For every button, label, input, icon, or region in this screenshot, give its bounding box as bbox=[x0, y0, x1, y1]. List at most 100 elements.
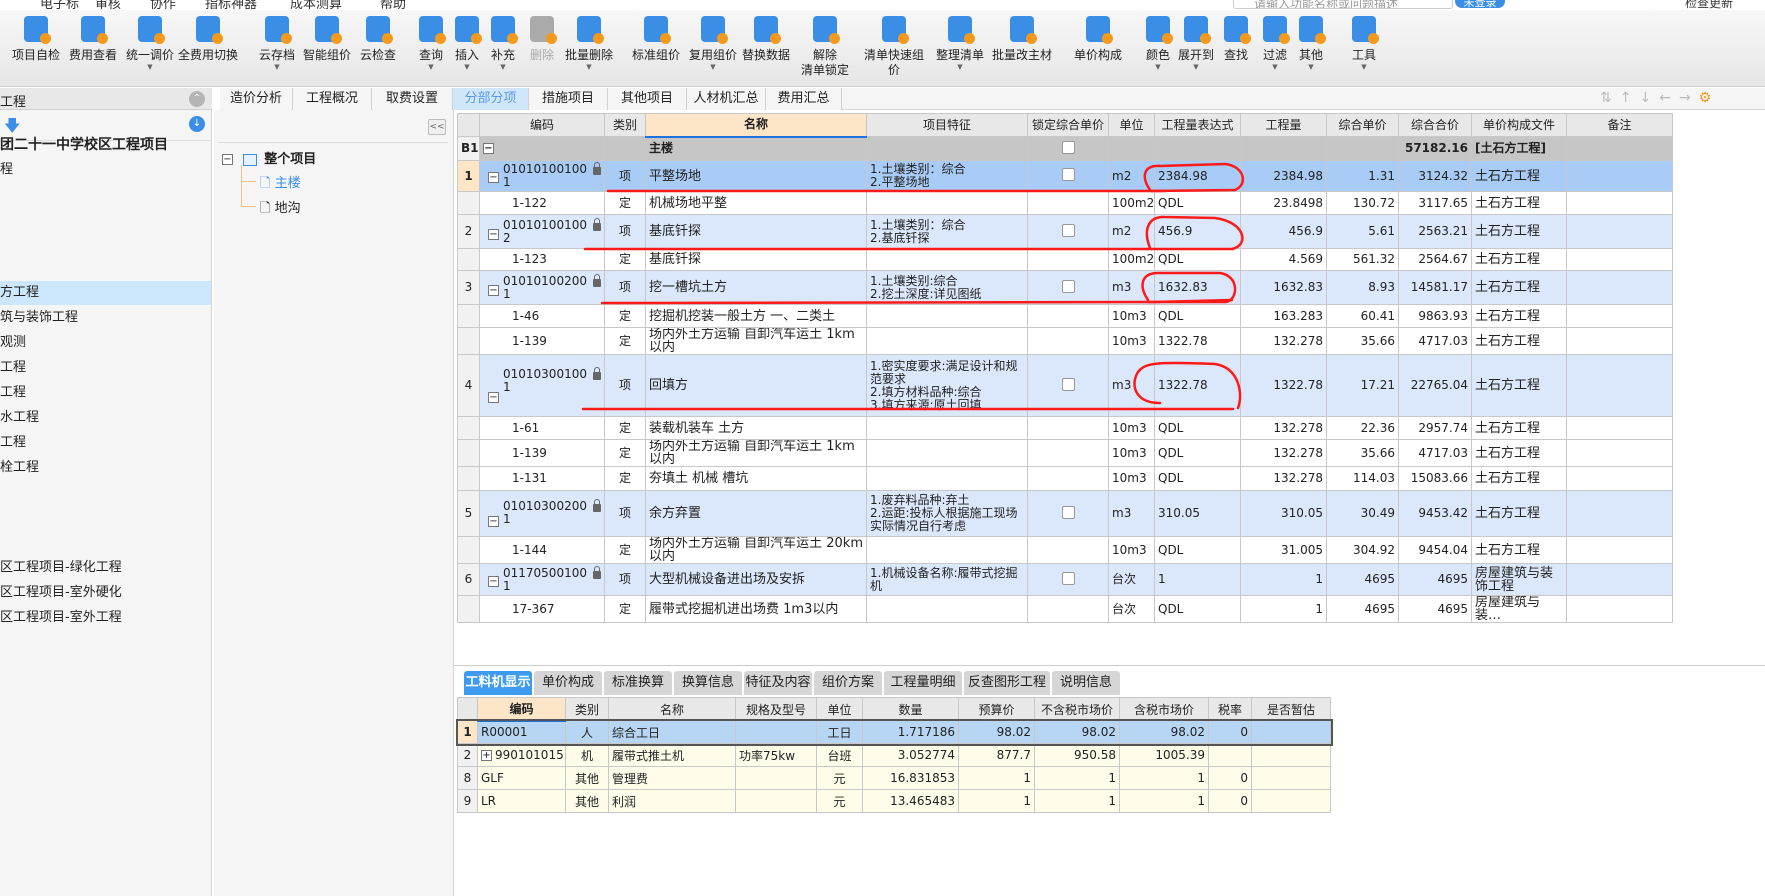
price-file-cell[interactable]: 土石方工程 bbox=[1471, 248, 1567, 271]
table-row[interactable]: 6−01170500100 1 项大型机械设备进出场及安拆 1.机械设备名称:履带式… bbox=[457, 563, 1673, 596]
settings-icon[interactable]: ⚙ bbox=[1699, 90, 1720, 106]
table-row[interactable]: 1-46 定挖掘机挖装一般土方 一、二类土 10m3 QDL 163.283 60.41 9… bbox=[457, 304, 1673, 328]
feature-cell[interactable]: 1.废弃料品种:弃土 2.运距:投标人根据施工现场实际情况自行考虑 bbox=[866, 490, 1028, 537]
table-row[interactable]: 5−01010300200 1 项余方弃置 1.废弃料品种:弃土 2.运距:投标人根… bbox=[457, 490, 1673, 537]
table-row[interactable]: 17-367 定履带式挖掘机进出场费 1m3以内 台次 QDL 1 4695 4695 房屋建… bbox=[457, 595, 1673, 623]
price-file-cell[interactable]: 土石方工程 bbox=[1471, 327, 1567, 355]
collapse-left-button[interactable]: << bbox=[428, 119, 446, 135]
collapse-toggle-icon[interactable]: − bbox=[488, 516, 499, 527]
table-row[interactable]: 1-139 定场内外土方运输 自卸汽车运土 1km以内 10m3 1322.78 132… bbox=[457, 327, 1673, 355]
remark-cell[interactable] bbox=[1566, 214, 1673, 249]
remark-cell[interactable] bbox=[1566, 191, 1673, 215]
expression-cell[interactable]: QDL bbox=[1154, 191, 1241, 215]
detail-tab-5[interactable]: 组价方案 bbox=[814, 671, 882, 695]
tree-item-main-building[interactable]: 🗋 主楼 bbox=[260, 172, 301, 196]
name-cell[interactable]: 机械场地平整 bbox=[645, 191, 867, 215]
type-cell[interactable]: 机 bbox=[565, 743, 609, 767]
collapse-toggle-icon[interactable]: − bbox=[488, 284, 499, 296]
table-row[interactable]: 1-139 定场内外土方运输 自卸汽车运土 1km以内 10m3 QDL 132.278… bbox=[457, 439, 1673, 467]
price-file-cell[interactable]: 土石方工程 bbox=[1471, 466, 1567, 491]
column-header[interactable] bbox=[457, 697, 478, 721]
remark-cell[interactable] bbox=[1566, 439, 1673, 467]
column-header[interactable]: 不含税市场价 bbox=[1034, 697, 1120, 721]
name-cell[interactable]: 场内外土方运输 自卸汽车运土 20km以内 bbox=[645, 536, 867, 564]
divider[interactable] bbox=[454, 665, 1765, 666]
search-input[interactable]: 请输入功能名称或问题描述 bbox=[1233, 0, 1453, 9]
market_in-cell[interactable]: 98.02 bbox=[1119, 720, 1209, 744]
tax-cell[interactable]: 0 bbox=[1208, 789, 1252, 813]
feature-cell[interactable] bbox=[866, 439, 1028, 467]
table-row[interactable]: 9 LR 其他 利润元 13.465483 1 1 1 0 bbox=[457, 789, 1331, 813]
quantity-cell[interactable]: 1322.78 bbox=[1240, 354, 1327, 417]
market_in-cell[interactable]: 1005.39 bbox=[1119, 743, 1209, 767]
project-tree-item[interactable]: 水工程 bbox=[0, 406, 211, 430]
collapse-toggle-icon[interactable]: − bbox=[488, 171, 499, 183]
quantity-cell[interactable]: 23.8498 bbox=[1240, 191, 1327, 215]
feature-cell[interactable] bbox=[866, 536, 1028, 564]
column-header[interactable]: 含税市场价 bbox=[1119, 697, 1209, 721]
quantity-cell[interactable]: 310.05 bbox=[1240, 490, 1327, 537]
expression-cell[interactable]: QDL bbox=[1154, 439, 1241, 467]
unit-cell[interactable]: 10m3 bbox=[1108, 439, 1155, 467]
table-row[interactable]: 2−01010100100 2 项基底钎探 1.土壤类别：综合 2.基底钎探 m2 45… bbox=[457, 214, 1673, 249]
tree-item-trench[interactable]: 🗋 地沟 bbox=[260, 197, 301, 221]
spec-cell[interactable] bbox=[735, 720, 817, 744]
price-file-cell[interactable]: 房屋建筑与装… bbox=[1471, 595, 1567, 623]
lock-icon[interactable] bbox=[593, 217, 601, 231]
qty-cell[interactable]: 3.052774 bbox=[862, 743, 959, 767]
expression-cell[interactable]: 1322.78 bbox=[1154, 354, 1241, 417]
price-file-cell[interactable]: 土石方工程 bbox=[1471, 490, 1567, 537]
unit-cell[interactable]: 台次 bbox=[1108, 563, 1155, 596]
expression-cell[interactable]: QDL bbox=[1154, 595, 1241, 623]
name-cell[interactable]: 挖一槽坑土方 bbox=[645, 270, 867, 305]
menu-item[interactable]: 电子标 bbox=[40, 0, 79, 10]
feature-cell[interactable] bbox=[866, 191, 1028, 215]
price-file-cell[interactable]: 土石方工程 bbox=[1471, 354, 1567, 417]
remark-cell[interactable] bbox=[1566, 595, 1673, 623]
remark-cell[interactable] bbox=[1566, 466, 1673, 491]
menu-item[interactable]: 指标神器 bbox=[205, 0, 257, 10]
remark-cell[interactable] bbox=[1566, 327, 1673, 355]
name-cell[interactable]: 余方弃置 bbox=[645, 490, 867, 537]
column-header[interactable]: 规格及型号 bbox=[735, 697, 817, 721]
column-header[interactable]: 项目特征 bbox=[866, 113, 1028, 137]
name-cell[interactable]: 管理费 bbox=[608, 766, 736, 790]
tab-1[interactable]: 工程概况 bbox=[293, 88, 372, 110]
chevron-down-icon[interactable]: ▼ bbox=[115, 63, 185, 72]
lock-icon[interactable] bbox=[593, 162, 601, 175]
quantity-cell[interactable]: 1632.83 bbox=[1240, 270, 1327, 305]
unit-cell[interactable]: 10m3 bbox=[1108, 466, 1155, 491]
checkbox[interactable] bbox=[1061, 505, 1075, 519]
tab-4[interactable]: 措施项目 bbox=[529, 88, 608, 110]
quantity-cell[interactable]: 1 bbox=[1240, 563, 1327, 596]
project-tree-item[interactable]: 观测 bbox=[0, 331, 211, 355]
collapse-toggle-icon[interactable]: − bbox=[488, 575, 499, 587]
toolbar-button-16[interactable]: 清单快速组价 bbox=[859, 16, 929, 78]
budget-cell[interactable]: 877.7 bbox=[958, 743, 1035, 767]
unit-cell[interactable]: 10m3 bbox=[1108, 304, 1155, 328]
toolbar-button-18[interactable]: 批量改主材 bbox=[987, 16, 1057, 63]
est-cell[interactable] bbox=[1251, 720, 1331, 744]
unit-cell[interactable]: m3 bbox=[1108, 354, 1155, 417]
feature-cell[interactable]: 1.密实度要求:满足设计和规范要求 2.填方材料品种:综合 3.填方来源:原土回… bbox=[866, 354, 1028, 417]
toolbar-button-17[interactable]: 整理清单 ▼ bbox=[925, 16, 995, 72]
expression-cell[interactable]: 1632.83 bbox=[1154, 270, 1241, 305]
feature-cell[interactable] bbox=[866, 248, 1028, 271]
type-cell[interactable]: 其他 bbox=[565, 789, 609, 813]
table-row[interactable]: 1-122 定机械场地平整 100m2 QDL 23.8498 130.72 3117.65… bbox=[457, 191, 1673, 215]
name-cell[interactable]: 大型机械设备进出场及安拆 bbox=[645, 563, 867, 596]
code-cell[interactable]: R00001 bbox=[477, 720, 566, 744]
checkbox[interactable] bbox=[1061, 279, 1075, 293]
collapse-toggle-icon[interactable]: − bbox=[488, 228, 499, 240]
checkbox[interactable] bbox=[1061, 168, 1075, 181]
name-cell[interactable]: 回填方 bbox=[645, 354, 867, 417]
collapse-up-icon[interactable]: ⌃ bbox=[189, 91, 205, 107]
menu-item[interactable]: 帮助 bbox=[380, 0, 406, 10]
name-cell[interactable]: 场内外土方运输 自卸汽车运土 1km以内 bbox=[645, 327, 867, 355]
column-header[interactable]: 综合单价 bbox=[1326, 113, 1399, 137]
toolbar-button-3[interactable]: 全费用切换 bbox=[173, 16, 243, 63]
tax-cell[interactable] bbox=[1208, 743, 1252, 767]
quantity-cell[interactable]: 132.278 bbox=[1240, 416, 1327, 440]
tab-6[interactable]: 人材机汇总 bbox=[687, 88, 766, 110]
name-cell[interactable]: 场内外土方运输 自卸汽车运土 1km以内 bbox=[645, 439, 867, 467]
